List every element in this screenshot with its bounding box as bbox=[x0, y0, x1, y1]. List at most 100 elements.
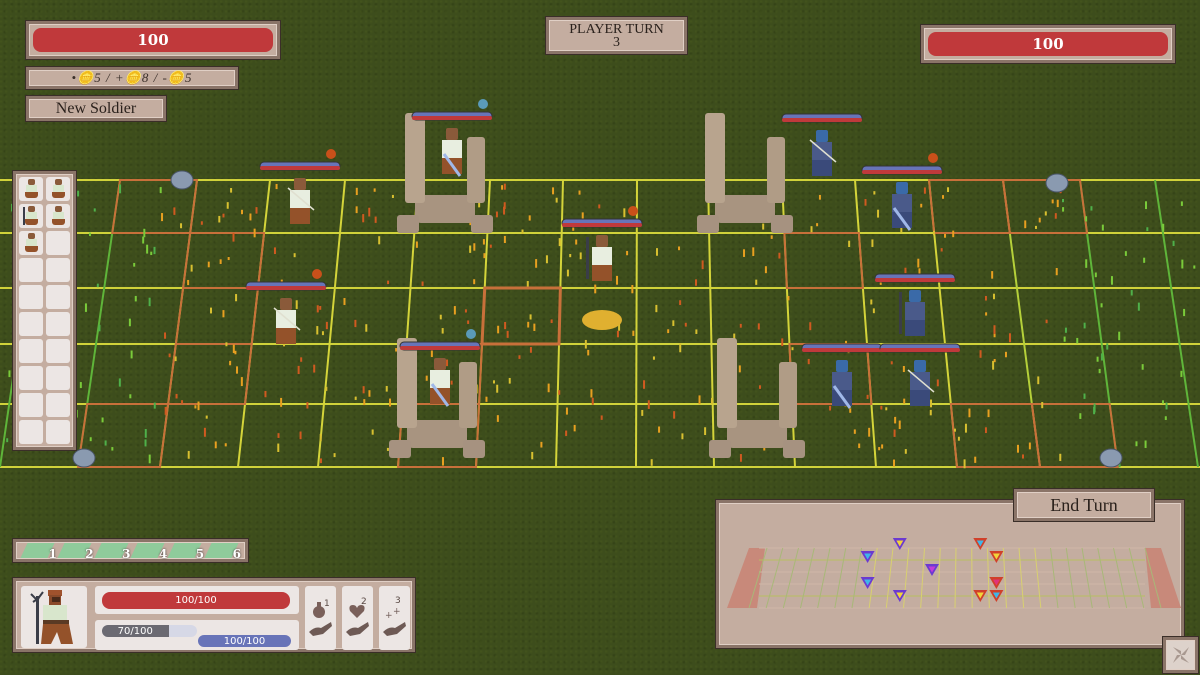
grass-tuft bbox=[678, 246, 681, 251]
grass-tuft bbox=[764, 266, 767, 274]
ability-1-button[interactable]: 1 bbox=[305, 586, 336, 650]
grass-tuft bbox=[319, 433, 322, 442]
grass-tuft bbox=[1044, 211, 1047, 216]
ability-2-button[interactable]: 2 bbox=[342, 586, 373, 650]
player-bowman[interactable] bbox=[259, 149, 341, 224]
roster-slot[interactable] bbox=[19, 231, 43, 255]
grass-tuft bbox=[1137, 302, 1140, 311]
grass-tuft bbox=[870, 299, 873, 305]
selected-tile[interactable] bbox=[480, 286, 562, 346]
fire-status-icon bbox=[628, 206, 638, 216]
highlighted-tile[interactable] bbox=[1001, 179, 1089, 234]
player-staff-mage[interactable] bbox=[561, 206, 643, 281]
hotbar-slot[interactable]: 4 bbox=[130, 543, 167, 561]
grass-tuft bbox=[643, 380, 646, 389]
grass-tuft bbox=[489, 244, 492, 248]
player-hp-bar: 100 bbox=[26, 21, 280, 59]
roster-slot[interactable] bbox=[19, 339, 43, 363]
grass-tuft bbox=[529, 314, 532, 320]
roster-slot[interactable] bbox=[46, 393, 70, 417]
grass-tuft bbox=[504, 321, 507, 330]
roster-slot[interactable] bbox=[46, 231, 70, 255]
highlighted-tile[interactable] bbox=[174, 287, 260, 345]
minimap-col-line bbox=[920, 547, 925, 609]
roster-slot[interactable] bbox=[19, 204, 43, 228]
grass-tuft bbox=[1090, 206, 1093, 211]
grass-tuft bbox=[1056, 199, 1059, 208]
grass-tuft bbox=[1034, 225, 1037, 229]
roster-slot[interactable] bbox=[19, 285, 43, 309]
grass-tuft bbox=[816, 223, 819, 227]
grass-tuft bbox=[164, 332, 167, 339]
grid-col-line bbox=[317, 179, 346, 468]
highlighted-tile[interactable] bbox=[783, 232, 864, 289]
unit-portrait[interactable] bbox=[21, 586, 87, 648]
hotbar-slot[interactable]: 5 bbox=[167, 543, 204, 561]
hotbar-slot[interactable]: 2 bbox=[57, 543, 94, 561]
grass-tuft bbox=[575, 239, 578, 245]
roster-slot[interactable] bbox=[46, 366, 70, 390]
gold-resources: •🪙5 / +🪙8 / -🪙5 bbox=[26, 67, 238, 89]
roster-slot[interactable] bbox=[46, 285, 70, 309]
roster-slot[interactable] bbox=[19, 258, 43, 282]
roster-slot[interactable] bbox=[46, 177, 70, 201]
hotbar-slot[interactable]: 1 bbox=[20, 543, 57, 561]
grass-tuft bbox=[368, 207, 371, 217]
highlighted-tile[interactable] bbox=[480, 287, 562, 345]
grass-tuft bbox=[1146, 227, 1149, 232]
roster-slot[interactable] bbox=[19, 177, 43, 201]
grass-tuft bbox=[194, 405, 197, 409]
highlighted-tile[interactable] bbox=[181, 232, 266, 289]
roster-slot[interactable] bbox=[19, 420, 43, 444]
new-soldier-button[interactable]: New Soldier bbox=[26, 96, 166, 121]
minimap-col-line bbox=[1034, 547, 1042, 609]
staff-mage-icon bbox=[23, 206, 39, 226]
roster-slot[interactable] bbox=[46, 258, 70, 282]
grass-tuft bbox=[84, 303, 87, 312]
menu-button[interactable] bbox=[1163, 637, 1198, 673]
grass-tuft bbox=[119, 184, 122, 194]
end-turn-button[interactable]: End Turn bbox=[1014, 489, 1154, 521]
grass-tuft bbox=[277, 433, 280, 438]
grass-tuft bbox=[354, 319, 357, 328]
hotbar-slot-number: 6 bbox=[232, 547, 241, 561]
grass-tuft bbox=[354, 396, 357, 400]
grass-tuft bbox=[932, 230, 935, 236]
grass-tuft bbox=[547, 383, 550, 393]
grass-tuft bbox=[503, 206, 506, 215]
grass-tuft bbox=[1083, 322, 1086, 329]
gold-pile-icon[interactable] bbox=[582, 310, 622, 330]
hotbar-slot[interactable]: 3 bbox=[94, 543, 130, 561]
grass-tuft bbox=[473, 243, 476, 251]
highlighted-tile[interactable] bbox=[949, 403, 1042, 468]
highlighted-tile[interactable] bbox=[166, 343, 253, 405]
grass-tuft bbox=[96, 283, 99, 288]
grass-tuft bbox=[321, 331, 324, 336]
minimap-col-line bbox=[765, 547, 784, 609]
roster-slot[interactable] bbox=[46, 420, 70, 444]
hotbar-slot[interactable]: 6 bbox=[204, 543, 241, 561]
grass-tuft bbox=[415, 241, 418, 248]
roster-slot[interactable] bbox=[19, 393, 43, 417]
roster-slot[interactable] bbox=[46, 312, 70, 336]
grass-tuft bbox=[552, 187, 555, 195]
grass-tuft bbox=[587, 349, 590, 356]
ability-3-button[interactable]: 3 + + bbox=[379, 586, 410, 650]
roster-slot[interactable] bbox=[46, 204, 70, 228]
grass-tuft bbox=[894, 416, 897, 424]
grass-tuft bbox=[1172, 240, 1175, 247]
minimap[interactable] bbox=[716, 500, 1184, 648]
grass-tuft bbox=[684, 322, 687, 327]
highlighted-tile[interactable] bbox=[788, 343, 873, 405]
enemy-bowman[interactable] bbox=[781, 113, 863, 176]
grass-tuft bbox=[148, 454, 151, 464]
grass-tuft bbox=[485, 396, 488, 402]
roster-slot[interactable] bbox=[46, 339, 70, 363]
unit-health-fill bbox=[782, 118, 862, 122]
enemy-hp-bar: 100 bbox=[921, 25, 1175, 63]
highlighted-tile[interactable] bbox=[927, 179, 1011, 234]
grass-tuft bbox=[681, 433, 684, 440]
roster-slot[interactable] bbox=[19, 312, 43, 336]
grass-tuft bbox=[791, 347, 794, 351]
roster-slot[interactable] bbox=[19, 366, 43, 390]
